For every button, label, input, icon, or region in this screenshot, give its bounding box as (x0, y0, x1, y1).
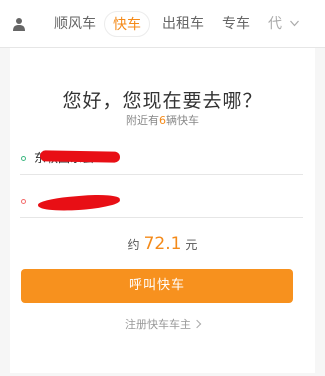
register-link-label: 注册快车车主 (125, 318, 191, 331)
nearby-count: 6 (159, 114, 166, 127)
ride-request-card: 您好，您现在要去哪？ 附近有6辆快车 东软国系会 约72.1元 呼叫快车 注册快… (10, 48, 315, 373)
nearby-cars-text: 附近有6辆快车 (10, 112, 315, 128)
main-area: 您好，您现在要去哪？ 附近有6辆快车 东软国系会 约72.1元 呼叫快车 注册快… (0, 48, 325, 376)
more-tabs-button[interactable] (290, 20, 299, 29)
from-address-field[interactable]: 东软国系会 (20, 140, 303, 175)
top-nav-bar: 顺风车 快车 出租车 专车 代 (0, 0, 325, 48)
to-address-field[interactable] (20, 183, 303, 218)
tab-express[interactable]: 快车 (104, 11, 150, 37)
call-express-button[interactable]: 呼叫快车 (21, 269, 293, 303)
tab-taxi[interactable]: 出租车 (162, 11, 204, 37)
chevron-down-icon (290, 20, 299, 27)
redaction-mark (39, 150, 121, 163)
price-amount: 72.1 (143, 234, 182, 254)
redaction-mark (37, 192, 121, 214)
user-profile-button[interactable] (0, 0, 38, 48)
nearby-prefix: 附近有 (126, 114, 159, 127)
register-driver-link[interactable]: 注册快车车主 (10, 316, 315, 332)
service-tabs: 顺风车 快车 出租车 专车 代 (42, 0, 325, 48)
fare-estimate: 约 72.1 元 (10, 234, 315, 254)
greeting-title: 您好，您现在要去哪？ (62, 90, 263, 112)
destination-dot-icon (21, 199, 26, 204)
origin-dot-icon (21, 156, 26, 161)
tab-premier[interactable]: 专车 (222, 11, 250, 37)
tab-designated-driver[interactable]: 代 (268, 11, 282, 37)
user-icon (13, 18, 25, 31)
nearby-suffix: 辆快车 (166, 114, 199, 127)
price-unit: 元 (185, 238, 198, 252)
price-prefix: 约 (127, 238, 140, 252)
chevron-right-icon (192, 319, 202, 329)
tab-hitch[interactable]: 顺风车 (54, 11, 96, 37)
